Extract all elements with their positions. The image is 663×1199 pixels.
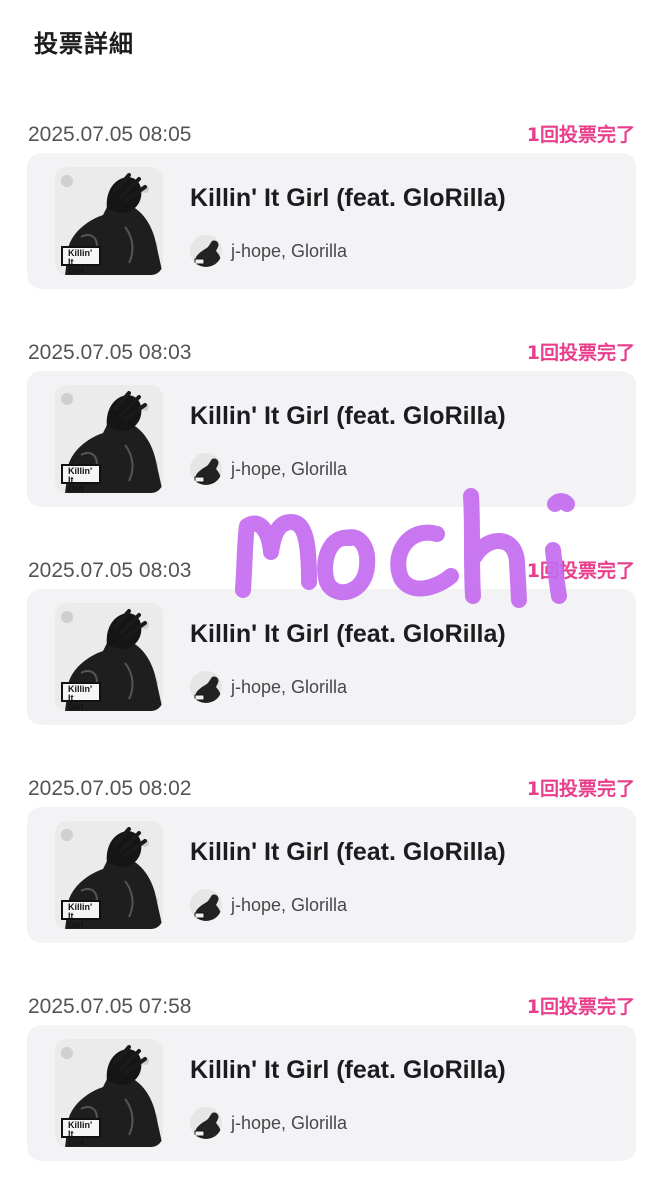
artist-avatar-icon	[190, 671, 222, 703]
cover-title-text: Killin' It Girl	[61, 464, 101, 493]
artist-names: j-hope, Glorilla	[231, 894, 348, 915]
vote-status-label: 1回投票完了	[526, 124, 635, 146]
song-card[interactable]: Killin' It Girl Killin' It Girl (feat. G…	[27, 589, 636, 725]
song-title: Killin' It Girl (feat. GloRilla)	[190, 402, 506, 430]
cover-title-text: Killin' It Girl	[61, 900, 101, 929]
vote-status-label: 1回投票完了	[526, 996, 635, 1018]
vote-entry: 2025.07.05 08:03 1回投票完了 Killin' It Girl …	[0, 558, 663, 748]
vote-timestamp: 2025.07.05 08:03	[28, 341, 192, 364]
song-title: Killin' It Girl (feat. GloRilla)	[190, 184, 506, 212]
vote-entry: 2025.07.05 07:58 1回投票完了 Killin' It Girl …	[0, 994, 663, 1184]
vote-entry: 2025.07.05 08:03 1回投票完了 Killin' It Girl …	[0, 340, 663, 530]
song-card[interactable]: Killin' It Girl Killin' It Girl (feat. G…	[27, 153, 636, 289]
vote-status-label: 1回投票完了	[526, 342, 635, 364]
artist-names: j-hope, Glorilla	[231, 240, 348, 261]
vote-status-label: 1回投票完了	[526, 778, 635, 800]
vote-status-label: 1回投票完了	[526, 560, 635, 582]
artist-avatar-icon	[190, 889, 222, 921]
album-cover-icon: Killin' It Girl	[55, 167, 163, 275]
artist-avatar-icon	[190, 453, 222, 485]
artist-row: j-hope, Glorilla	[190, 671, 347, 703]
artist-row: j-hope, Glorilla	[190, 889, 347, 921]
vote-entry: 2025.07.05 08:05 1回投票完了 Killin' It Girl …	[0, 122, 663, 312]
artist-avatar-icon	[190, 1107, 222, 1139]
artist-row: j-hope, Glorilla	[190, 235, 347, 267]
artist-names: j-hope, Glorilla	[231, 458, 348, 479]
song-card[interactable]: Killin' It Girl Killin' It Girl (feat. G…	[27, 807, 636, 943]
song-title: Killin' It Girl (feat. GloRilla)	[190, 1056, 506, 1084]
cover-title-text: Killin' It Girl	[61, 682, 101, 711]
artist-avatar-icon	[190, 235, 222, 267]
album-cover-icon: Killin' It Girl	[55, 1039, 163, 1147]
vote-timestamp: 2025.07.05 08:03	[28, 559, 192, 582]
album-cover-icon: Killin' It Girl	[55, 603, 163, 711]
cover-title-text: Killin' It Girl	[61, 246, 101, 275]
artist-names: j-hope, Glorilla	[231, 676, 348, 697]
song-title: Killin' It Girl (feat. GloRilla)	[190, 838, 506, 866]
page-title: 投票詳細	[34, 30, 134, 58]
album-cover-icon: Killin' It Girl	[55, 385, 163, 493]
song-card[interactable]: Killin' It Girl Killin' It Girl (feat. G…	[27, 371, 636, 507]
cover-title-text: Killin' It Girl	[61, 1118, 101, 1147]
vote-entry: 2025.07.05 08:02 1回投票完了 Killin' It Girl …	[0, 776, 663, 966]
artist-names: j-hope, Glorilla	[231, 1112, 348, 1133]
vote-timestamp: 2025.07.05 07:58	[28, 995, 192, 1018]
album-cover-icon: Killin' It Girl	[55, 821, 163, 929]
vote-timestamp: 2025.07.05 08:02	[28, 777, 192, 800]
vote-timestamp: 2025.07.05 08:05	[28, 123, 192, 146]
artist-row: j-hope, Glorilla	[190, 453, 347, 485]
song-card[interactable]: Killin' It Girl Killin' It Girl (feat. G…	[27, 1025, 636, 1161]
artist-row: j-hope, Glorilla	[190, 1107, 347, 1139]
song-title: Killin' It Girl (feat. GloRilla)	[190, 620, 506, 648]
